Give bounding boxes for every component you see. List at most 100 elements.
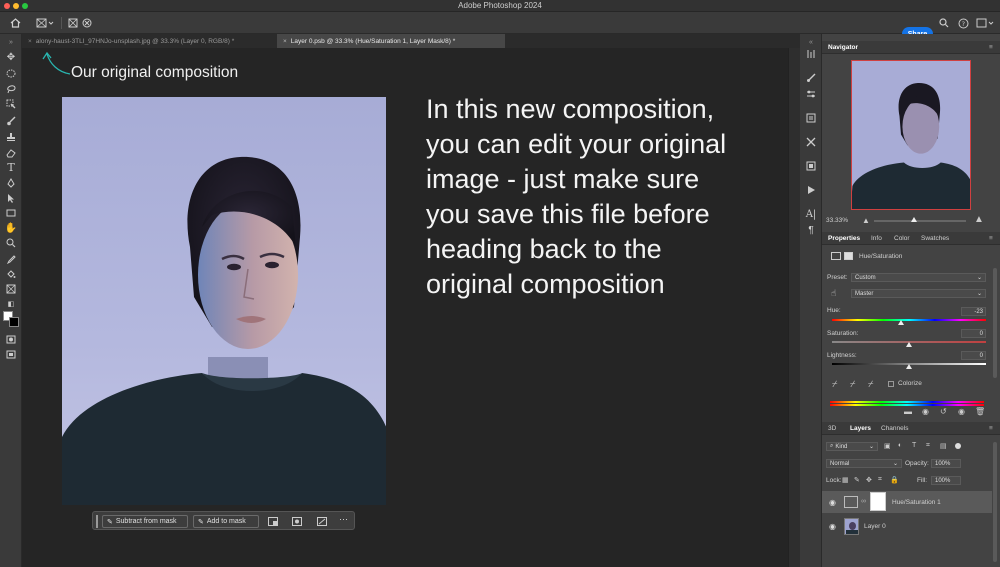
link-icon[interactable]: ∞ bbox=[861, 498, 866, 505]
collapse-icon[interactable]: « bbox=[804, 36, 818, 48]
layers-scrollbar[interactable] bbox=[993, 442, 997, 562]
zoom-out-icon[interactable]: ▲ bbox=[862, 216, 870, 225]
layer-mask-thumbnail[interactable] bbox=[870, 492, 886, 511]
layer-row[interactable]: ◉ Layer 0 bbox=[822, 515, 992, 537]
search-icon[interactable] bbox=[938, 16, 950, 30]
tab-3d[interactable]: 3D bbox=[828, 425, 836, 432]
subtract-from-mask-button[interactable]: ✎ Subtract from mask bbox=[102, 515, 188, 528]
tools-icon[interactable] bbox=[804, 136, 818, 148]
preset-dropdown[interactable]: Custom ⌄ bbox=[851, 273, 986, 282]
hue-value-field[interactable]: -23 bbox=[961, 307, 986, 316]
move-tool-icon[interactable]: ✥ bbox=[4, 51, 18, 63]
brush-tool-icon[interactable] bbox=[4, 115, 18, 127]
lasso-tool-icon[interactable] bbox=[4, 83, 18, 95]
blend-mode-dropdown[interactable]: Normal ⌄ bbox=[826, 459, 902, 468]
stamp-tool-icon[interactable] bbox=[4, 131, 18, 143]
tab-layers[interactable]: Layers bbox=[850, 425, 871, 432]
clear-icon[interactable] bbox=[81, 16, 93, 30]
zoom-in-icon[interactable]: ▲ bbox=[974, 214, 984, 225]
fill-field[interactable]: 100% bbox=[931, 476, 961, 485]
filter-toggle-icon[interactable] bbox=[955, 443, 961, 449]
lock-image-icon[interactable]: ✎ bbox=[854, 476, 860, 484]
hue-slider[interactable] bbox=[832, 319, 986, 321]
navigator-thumbnail[interactable] bbox=[851, 60, 971, 210]
portrait-photo[interactable] bbox=[62, 97, 386, 505]
eyedropper-icon[interactable]: ⌿ bbox=[832, 379, 837, 390]
canvas-scrollbar[interactable] bbox=[788, 48, 800, 567]
hue-slider-thumb[interactable] bbox=[898, 320, 905, 325]
type-tool-icon[interactable]: T bbox=[4, 161, 18, 174]
background-color-swatch[interactable] bbox=[9, 317, 19, 327]
panel-menu-icon[interactable]: ≡ bbox=[989, 425, 993, 432]
filter-smart-object-icon[interactable]: ▤ bbox=[940, 442, 947, 450]
eyedropper-subtract-icon[interactable]: ⌿ bbox=[868, 379, 873, 390]
crop-tool-icon[interactable] bbox=[4, 283, 18, 295]
brush-settings-icon[interactable] bbox=[804, 72, 818, 84]
tab-swatches[interactable]: Swatches bbox=[921, 235, 949, 242]
filter-pixel-icon[interactable]: ▣ bbox=[884, 442, 891, 450]
adjustments-icon[interactable] bbox=[804, 88, 818, 100]
eyedropper-add-icon[interactable]: ⌿ bbox=[850, 379, 855, 390]
actions-play-icon[interactable] bbox=[804, 184, 818, 196]
panel-menu-icon[interactable]: ≡ bbox=[989, 44, 993, 51]
tab-properties[interactable]: Properties bbox=[828, 235, 860, 242]
new-frame-icon[interactable] bbox=[67, 16, 79, 30]
lock-artboard-icon[interactable]: ⌗ bbox=[878, 476, 882, 484]
lightness-slider-thumb[interactable] bbox=[906, 364, 912, 369]
character-icon[interactable]: A| bbox=[804, 208, 818, 220]
reset-icon[interactable]: ↺ bbox=[940, 407, 947, 416]
view-previous-icon[interactable]: ◉ bbox=[922, 407, 929, 416]
libraries-icon[interactable] bbox=[804, 160, 818, 172]
visibility-icon[interactable]: ◉ bbox=[958, 407, 965, 416]
object-selection-icon[interactable] bbox=[4, 98, 18, 110]
tab-navigator[interactable]: Navigator bbox=[828, 44, 858, 51]
drag-handle[interactable] bbox=[96, 515, 98, 528]
default-colors-icon[interactable]: ◧ bbox=[4, 298, 18, 310]
close-tab-icon[interactable]: × bbox=[28, 38, 32, 45]
layer-row[interactable]: ◉ ∞ Hue/Saturation 1 bbox=[822, 491, 992, 513]
path-selection-icon[interactable] bbox=[4, 192, 18, 204]
rectangle-tool-icon[interactable] bbox=[4, 207, 18, 219]
eyedropper-icon[interactable] bbox=[4, 253, 18, 265]
lock-all-icon[interactable]: 🔒 bbox=[890, 476, 899, 484]
filter-shape-icon[interactable]: ⌗ bbox=[926, 442, 930, 450]
panel-menu-icon[interactable]: ≡ bbox=[989, 235, 993, 242]
delete-icon[interactable]: 🗑 bbox=[975, 407, 985, 416]
opacity-field[interactable]: 100% bbox=[931, 459, 961, 468]
saturation-slider-thumb[interactable] bbox=[906, 342, 912, 347]
zoom-slider-thumb[interactable] bbox=[911, 217, 917, 222]
visibility-eye-icon[interactable]: ◉ bbox=[829, 498, 836, 507]
lock-transparent-icon[interactable]: ▦ bbox=[842, 476, 849, 484]
quick-mask-icon[interactable] bbox=[4, 333, 18, 345]
invert-mask-icon[interactable] bbox=[291, 516, 303, 527]
filter-adjustment-icon[interactable]: ◐ bbox=[898, 442, 902, 449]
screen-mode-icon[interactable] bbox=[4, 348, 18, 360]
properties-scrollbar[interactable] bbox=[993, 268, 997, 378]
targeted-adjustment-icon[interactable]: ☝ bbox=[831, 288, 836, 299]
tab-info[interactable]: Info bbox=[871, 235, 882, 242]
help-icon[interactable]: ? bbox=[957, 16, 969, 30]
filter-type-icon[interactable]: T bbox=[912, 442, 916, 449]
more-options-icon[interactable]: ··· bbox=[339, 514, 348, 524]
feather-mask-icon[interactable] bbox=[316, 516, 328, 527]
filter-kind-dropdown[interactable]: ⌕ Kind ⌄ bbox=[826, 442, 878, 451]
close-tab-icon[interactable]: × bbox=[283, 38, 287, 45]
collapse-icon[interactable]: » bbox=[4, 36, 18, 48]
lock-position-icon[interactable]: ✥ bbox=[866, 476, 872, 484]
paragraph-mark-icon[interactable]: ¶ bbox=[804, 224, 818, 236]
visibility-eye-icon[interactable]: ◉ bbox=[829, 522, 836, 531]
eraser-tool-icon[interactable] bbox=[4, 147, 18, 159]
paragraph-icon[interactable] bbox=[804, 112, 818, 124]
mask-options-icon[interactable] bbox=[267, 516, 279, 527]
marquee-tool-icon[interactable] bbox=[4, 67, 18, 79]
pen-tool-icon[interactable] bbox=[4, 177, 18, 189]
zoom-tool-icon[interactable] bbox=[4, 237, 18, 249]
add-to-mask-button[interactable]: ✎ Add to mask bbox=[193, 515, 259, 528]
history-icon[interactable] bbox=[804, 48, 818, 60]
tab-channels[interactable]: Channels bbox=[881, 425, 908, 432]
tab-original-document[interactable]: × alony-haust-3TLI_97HNJo-unsplash.jpg @… bbox=[22, 34, 277, 48]
colorize-checkbox[interactable] bbox=[888, 381, 894, 387]
lightness-value-field[interactable]: 0 bbox=[961, 351, 986, 360]
home-icon[interactable] bbox=[8, 16, 22, 30]
navigator-zoom-value[interactable]: 33.33% bbox=[826, 217, 848, 224]
